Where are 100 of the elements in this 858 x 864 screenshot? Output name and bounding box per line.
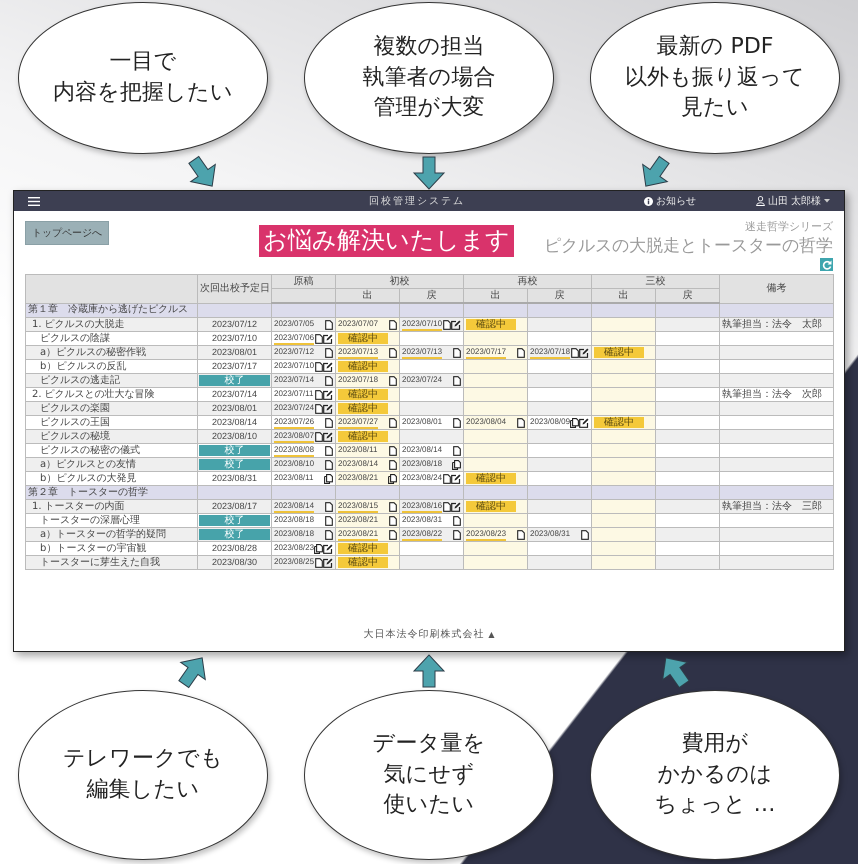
bubble-text: 執筆者の場合 — [362, 64, 496, 92]
document-icon[interactable] — [453, 446, 461, 456]
status-badge: 確認中 — [466, 319, 516, 330]
edit-icon[interactable] — [579, 418, 590, 428]
status-badge: 確認中 — [338, 557, 388, 568]
bubble-text: 費用が — [682, 730, 748, 758]
document-icon[interactable] — [389, 516, 397, 526]
document-icon[interactable] — [325, 320, 333, 330]
status-badge: 校了 — [199, 445, 270, 456]
header-cell: 戻 — [400, 288, 464, 303]
document-icon[interactable] — [315, 362, 323, 372]
bubble-text: 使いたい — [384, 791, 474, 820]
document-icon[interactable] — [453, 516, 461, 526]
top-page-button[interactable]: トップページへ — [25, 221, 109, 245]
edit-icon[interactable] — [579, 348, 589, 358]
user-menu[interactable]: 山田 太郎様 — [756, 194, 830, 208]
document-icon[interactable] — [389, 418, 397, 428]
table-cell: 1. ピクルスの大脱走 — [26, 318, 198, 332]
table-cell: b）トースターの宇宙観 — [26, 542, 198, 556]
header-cell: 初校 — [336, 274, 464, 288]
document-icon[interactable] — [389, 530, 397, 540]
document-icon[interactable] — [443, 474, 451, 484]
bubble-text: 一目で — [110, 48, 176, 76]
status-badge: 確認中 — [338, 543, 388, 554]
document-icon[interactable] — [315, 558, 323, 568]
document-icon[interactable] — [453, 348, 461, 358]
document-icon[interactable] — [325, 418, 333, 428]
book-title: ピクルスの大脱走とトースターの哲学 — [544, 235, 833, 257]
document-icon[interactable] — [389, 460, 397, 470]
table-cell: 2023/08/31 — [212, 473, 258, 483]
document-icon[interactable] — [453, 418, 461, 428]
edit-icon[interactable] — [323, 432, 333, 442]
status-badge: 確認中 — [338, 431, 388, 442]
document-icon[interactable] — [517, 348, 525, 358]
document-icon[interactable] — [325, 348, 333, 358]
status-badge: 確認中 — [466, 473, 516, 484]
documents-icon[interactable] — [388, 474, 397, 484]
document-icon[interactable] — [325, 376, 333, 386]
header-cell: 戻 — [656, 288, 720, 303]
document-icon[interactable] — [443, 502, 451, 512]
documents-icon[interactable] — [452, 460, 461, 470]
menu-icon[interactable] — [28, 196, 40, 206]
document-icon[interactable] — [325, 446, 333, 456]
document-icon[interactable] — [325, 502, 333, 512]
document-icon[interactable] — [517, 418, 525, 428]
document-icon[interactable] — [325, 516, 333, 526]
header-cell: 出 — [336, 288, 400, 303]
edit-icon[interactable] — [323, 558, 333, 568]
table-cell: ピクルスの王国 — [26, 416, 198, 430]
document-icon[interactable] — [315, 404, 323, 414]
edit-icon[interactable] — [323, 390, 333, 400]
edit-icon[interactable] — [323, 404, 333, 414]
documents-icon[interactable] — [324, 474, 333, 484]
document-icon[interactable] — [389, 376, 397, 386]
document-icon[interactable] — [389, 320, 397, 330]
status-badge: 確認中 — [594, 347, 644, 358]
edit-icon[interactable] — [323, 544, 334, 554]
document-icon[interactable] — [443, 320, 451, 330]
bubble-text: テレワークでも — [63, 745, 223, 774]
table-cell: ピクルスの秘境 — [26, 430, 198, 444]
status-badge: 確認中 — [338, 403, 388, 414]
status-badge: 校了 — [199, 459, 270, 470]
document-icon[interactable] — [581, 530, 589, 540]
table-cell: ピクルスの秘密の儀式 — [26, 444, 198, 458]
banner: お悩み解決いたします — [259, 225, 514, 257]
note-text: 執筆担当：法令 次郎 — [722, 388, 822, 400]
header-cell: 出 — [592, 288, 656, 303]
edit-icon[interactable] — [323, 362, 333, 372]
documents-icon[interactable] — [314, 544, 324, 554]
table-cell: 2023/08/30 — [212, 557, 258, 567]
header-cell: 備考 — [720, 274, 834, 303]
note-text: 執筆担当：法令 三郎 — [722, 500, 822, 512]
edit-icon[interactable] — [451, 474, 461, 484]
status-badge: 校了 — [199, 375, 270, 386]
document-icon[interactable] — [315, 432, 323, 442]
document-icon[interactable] — [315, 334, 323, 344]
status-badge: 確認中 — [338, 389, 388, 400]
document-icon[interactable] — [315, 390, 323, 400]
table-cell: a）トースターの哲学的疑問 — [26, 528, 198, 542]
edit-icon[interactable] — [323, 334, 333, 344]
refresh-button[interactable] — [820, 258, 833, 271]
status-badge: 校了 — [199, 529, 270, 540]
document-icon[interactable] — [389, 348, 397, 358]
document-icon[interactable] — [453, 376, 461, 386]
table-cell: b）ピクルスの反乱 — [26, 360, 198, 374]
table-cell: a）ピクルスの秘密作戦 — [26, 346, 198, 360]
scroll-top-link[interactable]: ▲ — [488, 630, 495, 638]
document-icon[interactable] — [325, 530, 333, 540]
document-icon[interactable] — [325, 460, 333, 470]
document-icon[interactable] — [389, 446, 397, 456]
chapter-title: 第１章 冷蔵庫から逃げたピクルス — [26, 303, 198, 318]
edit-icon[interactable] — [451, 502, 461, 512]
documents-icon[interactable] — [570, 418, 580, 428]
document-icon[interactable] — [571, 348, 579, 358]
document-icon[interactable] — [453, 530, 461, 540]
status-badge: 確認中 — [466, 501, 516, 512]
document-icon[interactable] — [389, 502, 397, 512]
notice-link[interactable]: お知らせ — [644, 194, 696, 208]
edit-icon[interactable] — [451, 320, 461, 330]
document-icon[interactable] — [517, 530, 525, 540]
